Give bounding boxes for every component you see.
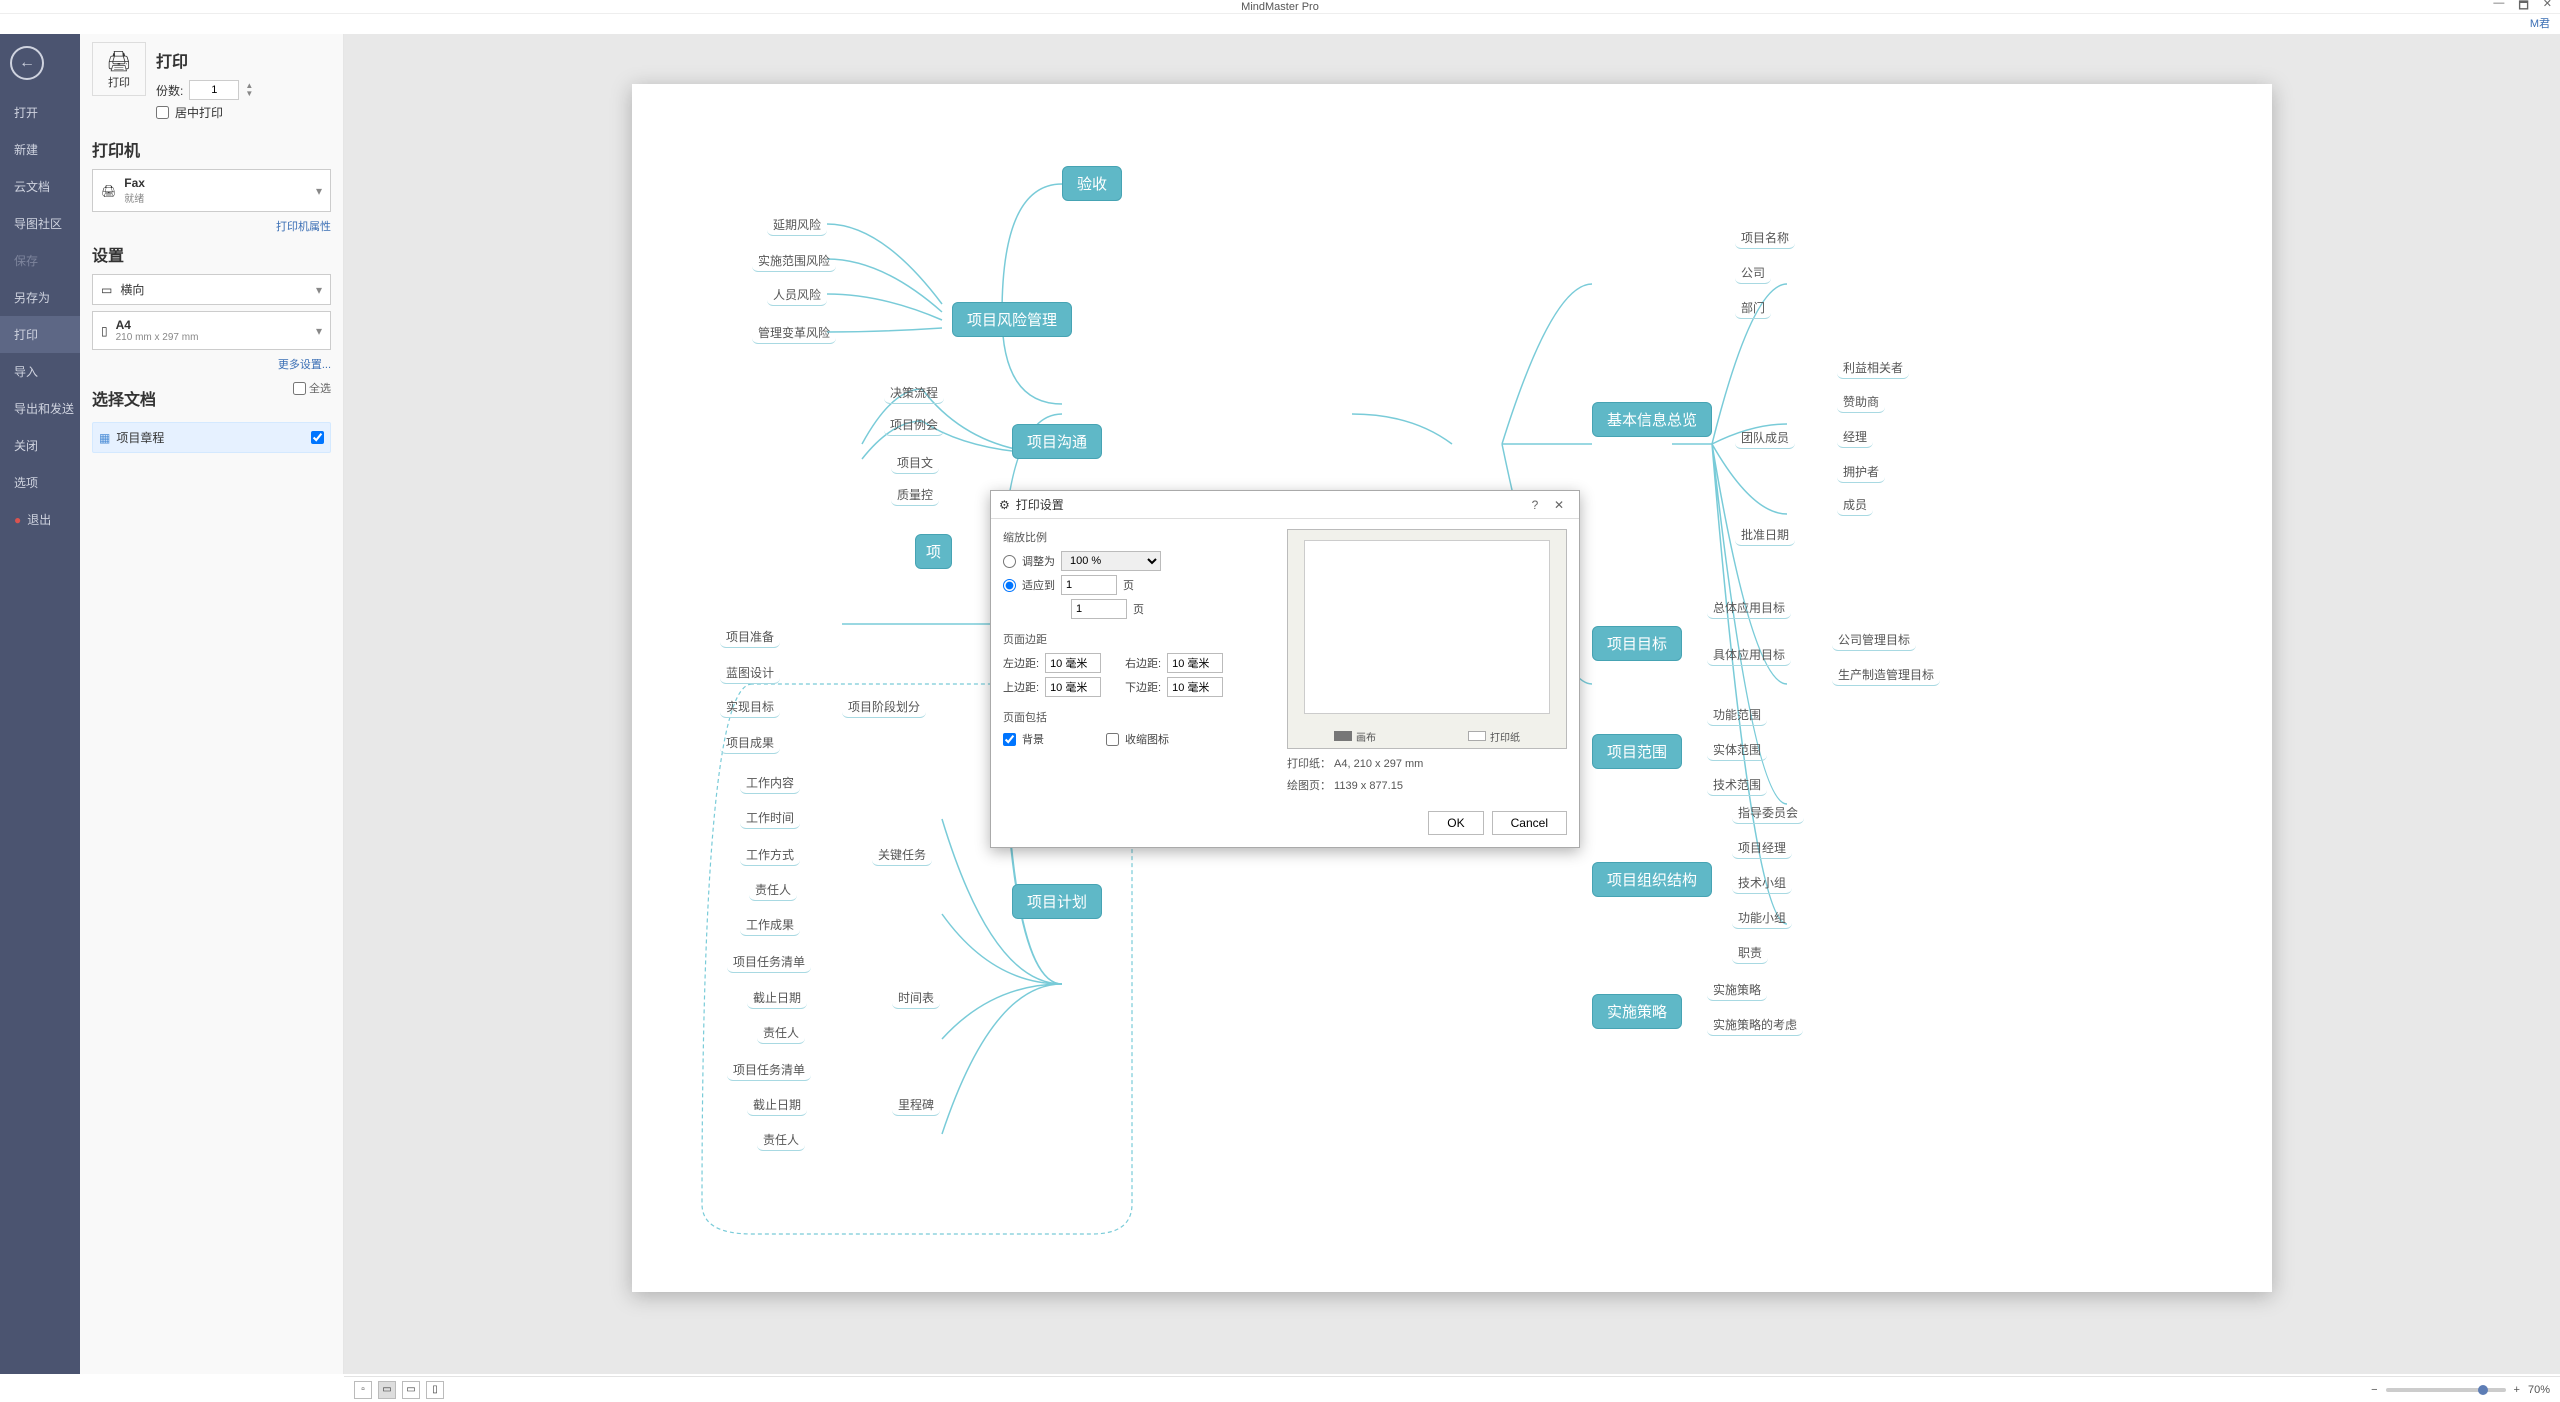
window-controls: — 🗖 ✕: [2493, 0, 2552, 16]
account-row: M君: [0, 14, 2560, 34]
node-goal: 项目目标: [1592, 626, 1682, 661]
app-title: MindMaster Pro: [1241, 1, 1319, 13]
orientation-select[interactable]: ▭ 横向 ▾: [92, 274, 331, 305]
cancel-button[interactable]: Cancel: [1492, 811, 1567, 835]
margin-bottom-input[interactable]: [1167, 677, 1223, 697]
node-plan: 项目计划: [1012, 884, 1102, 919]
print-settings-dialog: ⚙ 打印设置 ? ✕ 缩放比例 调整为 100 % 适应到 页: [990, 490, 1580, 848]
backstage-nav: ← 打开 新建 云文档 导图社区 保存 另存为 打印 导入 导出和发送 关闭 选…: [0, 34, 80, 1374]
maximize-button[interactable]: 🗖: [2518, 0, 2528, 16]
nav-saveas[interactable]: 另存为: [0, 279, 80, 316]
view-btn-2[interactable]: ▭: [378, 1381, 396, 1399]
dialog-close-button[interactable]: ✕: [1547, 498, 1571, 512]
nav-new[interactable]: 新建: [0, 131, 80, 168]
view-btn-3[interactable]: ▭: [402, 1381, 420, 1399]
fit-to-radio[interactable]: [1003, 579, 1016, 592]
nav-close[interactable]: 关闭: [0, 427, 80, 464]
center-print-checkbox[interactable]: [156, 106, 169, 119]
dialog-preview: 画布 打印纸: [1287, 529, 1567, 749]
nav-print[interactable]: 打印: [0, 316, 80, 353]
account-name[interactable]: M君: [2530, 18, 2550, 30]
node-communication: 项目沟通: [1012, 424, 1102, 459]
chevron-down-icon: ▾: [316, 324, 322, 338]
print-panel: 🖨 打印 打印 份数: ▲▼ 居中打印 打印机 🖨 Fax: [80, 34, 344, 1374]
node-strategy: 实施策略: [1592, 994, 1682, 1029]
nav-export[interactable]: 导出和发送: [0, 390, 80, 427]
document-icon: ▦: [99, 431, 110, 445]
chevron-down-icon: ▾: [316, 283, 322, 297]
dialog-titlebar[interactable]: ⚙ 打印设置 ? ✕: [991, 491, 1579, 519]
adjust-to-radio[interactable]: [1003, 555, 1016, 568]
margin-right-input[interactable]: [1167, 653, 1223, 673]
margin-top-input[interactable]: [1045, 677, 1101, 697]
nav-import[interactable]: 导入: [0, 353, 80, 390]
document-checkbox[interactable]: [311, 431, 324, 444]
zoom-value[interactable]: 70%: [2528, 1384, 2550, 1396]
section-select-doc: 选择文档: [92, 386, 156, 410]
more-settings-link[interactable]: 更多设置...: [92, 356, 331, 372]
nav-cloud[interactable]: 云文档: [0, 168, 80, 205]
collapse-icon-checkbox[interactable]: [1106, 733, 1119, 746]
dialog-help-button[interactable]: ?: [1523, 498, 1547, 512]
node-org: 项目组织结构: [1592, 862, 1712, 897]
nav-options[interactable]: 选项: [0, 464, 80, 501]
back-button[interactable]: ←: [10, 46, 44, 80]
orientation-icon: ▭: [101, 283, 112, 297]
printer-icon: 🖨: [101, 184, 116, 198]
printer-select[interactable]: 🖨 Fax 就绪 ▾: [92, 169, 331, 212]
printer-properties-link[interactable]: 打印机属性: [92, 218, 331, 234]
section-print: 打印: [156, 48, 253, 72]
copies-input[interactable]: [189, 80, 239, 100]
select-all-checkbox[interactable]: [293, 382, 306, 395]
print-button[interactable]: 🖨 打印: [92, 42, 146, 96]
titlebar: MindMaster Pro — 🗖 ✕: [0, 0, 2560, 14]
view-btn-1[interactable]: ▫: [354, 1381, 372, 1399]
spinner-icon[interactable]: ▲▼: [245, 82, 253, 98]
node-basic-info: 基本信息总览: [1592, 402, 1712, 437]
page-icon: ▯: [101, 324, 108, 338]
close-button[interactable]: ✕: [2543, 0, 2552, 16]
nav-community[interactable]: 导图社区: [0, 205, 80, 242]
paper-select[interactable]: ▯ A4 210 mm x 297 mm ▾: [92, 311, 331, 350]
zoom-out-icon[interactable]: −: [2371, 1384, 2377, 1396]
ok-button[interactable]: OK: [1428, 811, 1483, 835]
gear-icon: ⚙: [999, 498, 1010, 512]
zoom-in-icon[interactable]: +: [2514, 1384, 2520, 1396]
status-bar: ▫ ▭ ▭ ▯ − + 70%: [344, 1376, 2560, 1402]
document-item[interactable]: ▦ 项目章程: [92, 422, 331, 453]
section-settings: 设置: [92, 242, 331, 266]
minimize-button[interactable]: —: [2493, 0, 2504, 16]
fit-x-input[interactable]: [1061, 575, 1117, 595]
background-checkbox[interactable]: [1003, 733, 1016, 746]
node-scope: 项目范围: [1592, 734, 1682, 769]
section-printer: 打印机: [92, 137, 331, 161]
nav-save: 保存: [0, 242, 80, 279]
fit-y-input[interactable]: [1071, 599, 1127, 619]
adjust-to-select[interactable]: 100 %: [1061, 551, 1161, 571]
zoom-slider[interactable]: [2386, 1388, 2506, 1392]
printer-icon: 🖨: [106, 49, 131, 74]
node-risk: 项目风险管理: [952, 302, 1072, 337]
chevron-down-icon: ▾: [316, 184, 322, 198]
view-btn-4[interactable]: ▯: [426, 1381, 444, 1399]
nav-open[interactable]: 打开: [0, 94, 80, 131]
node-acceptance: 验收: [1062, 166, 1122, 201]
nav-exit[interactable]: 退出: [0, 501, 80, 538]
margin-left-input[interactable]: [1045, 653, 1101, 673]
